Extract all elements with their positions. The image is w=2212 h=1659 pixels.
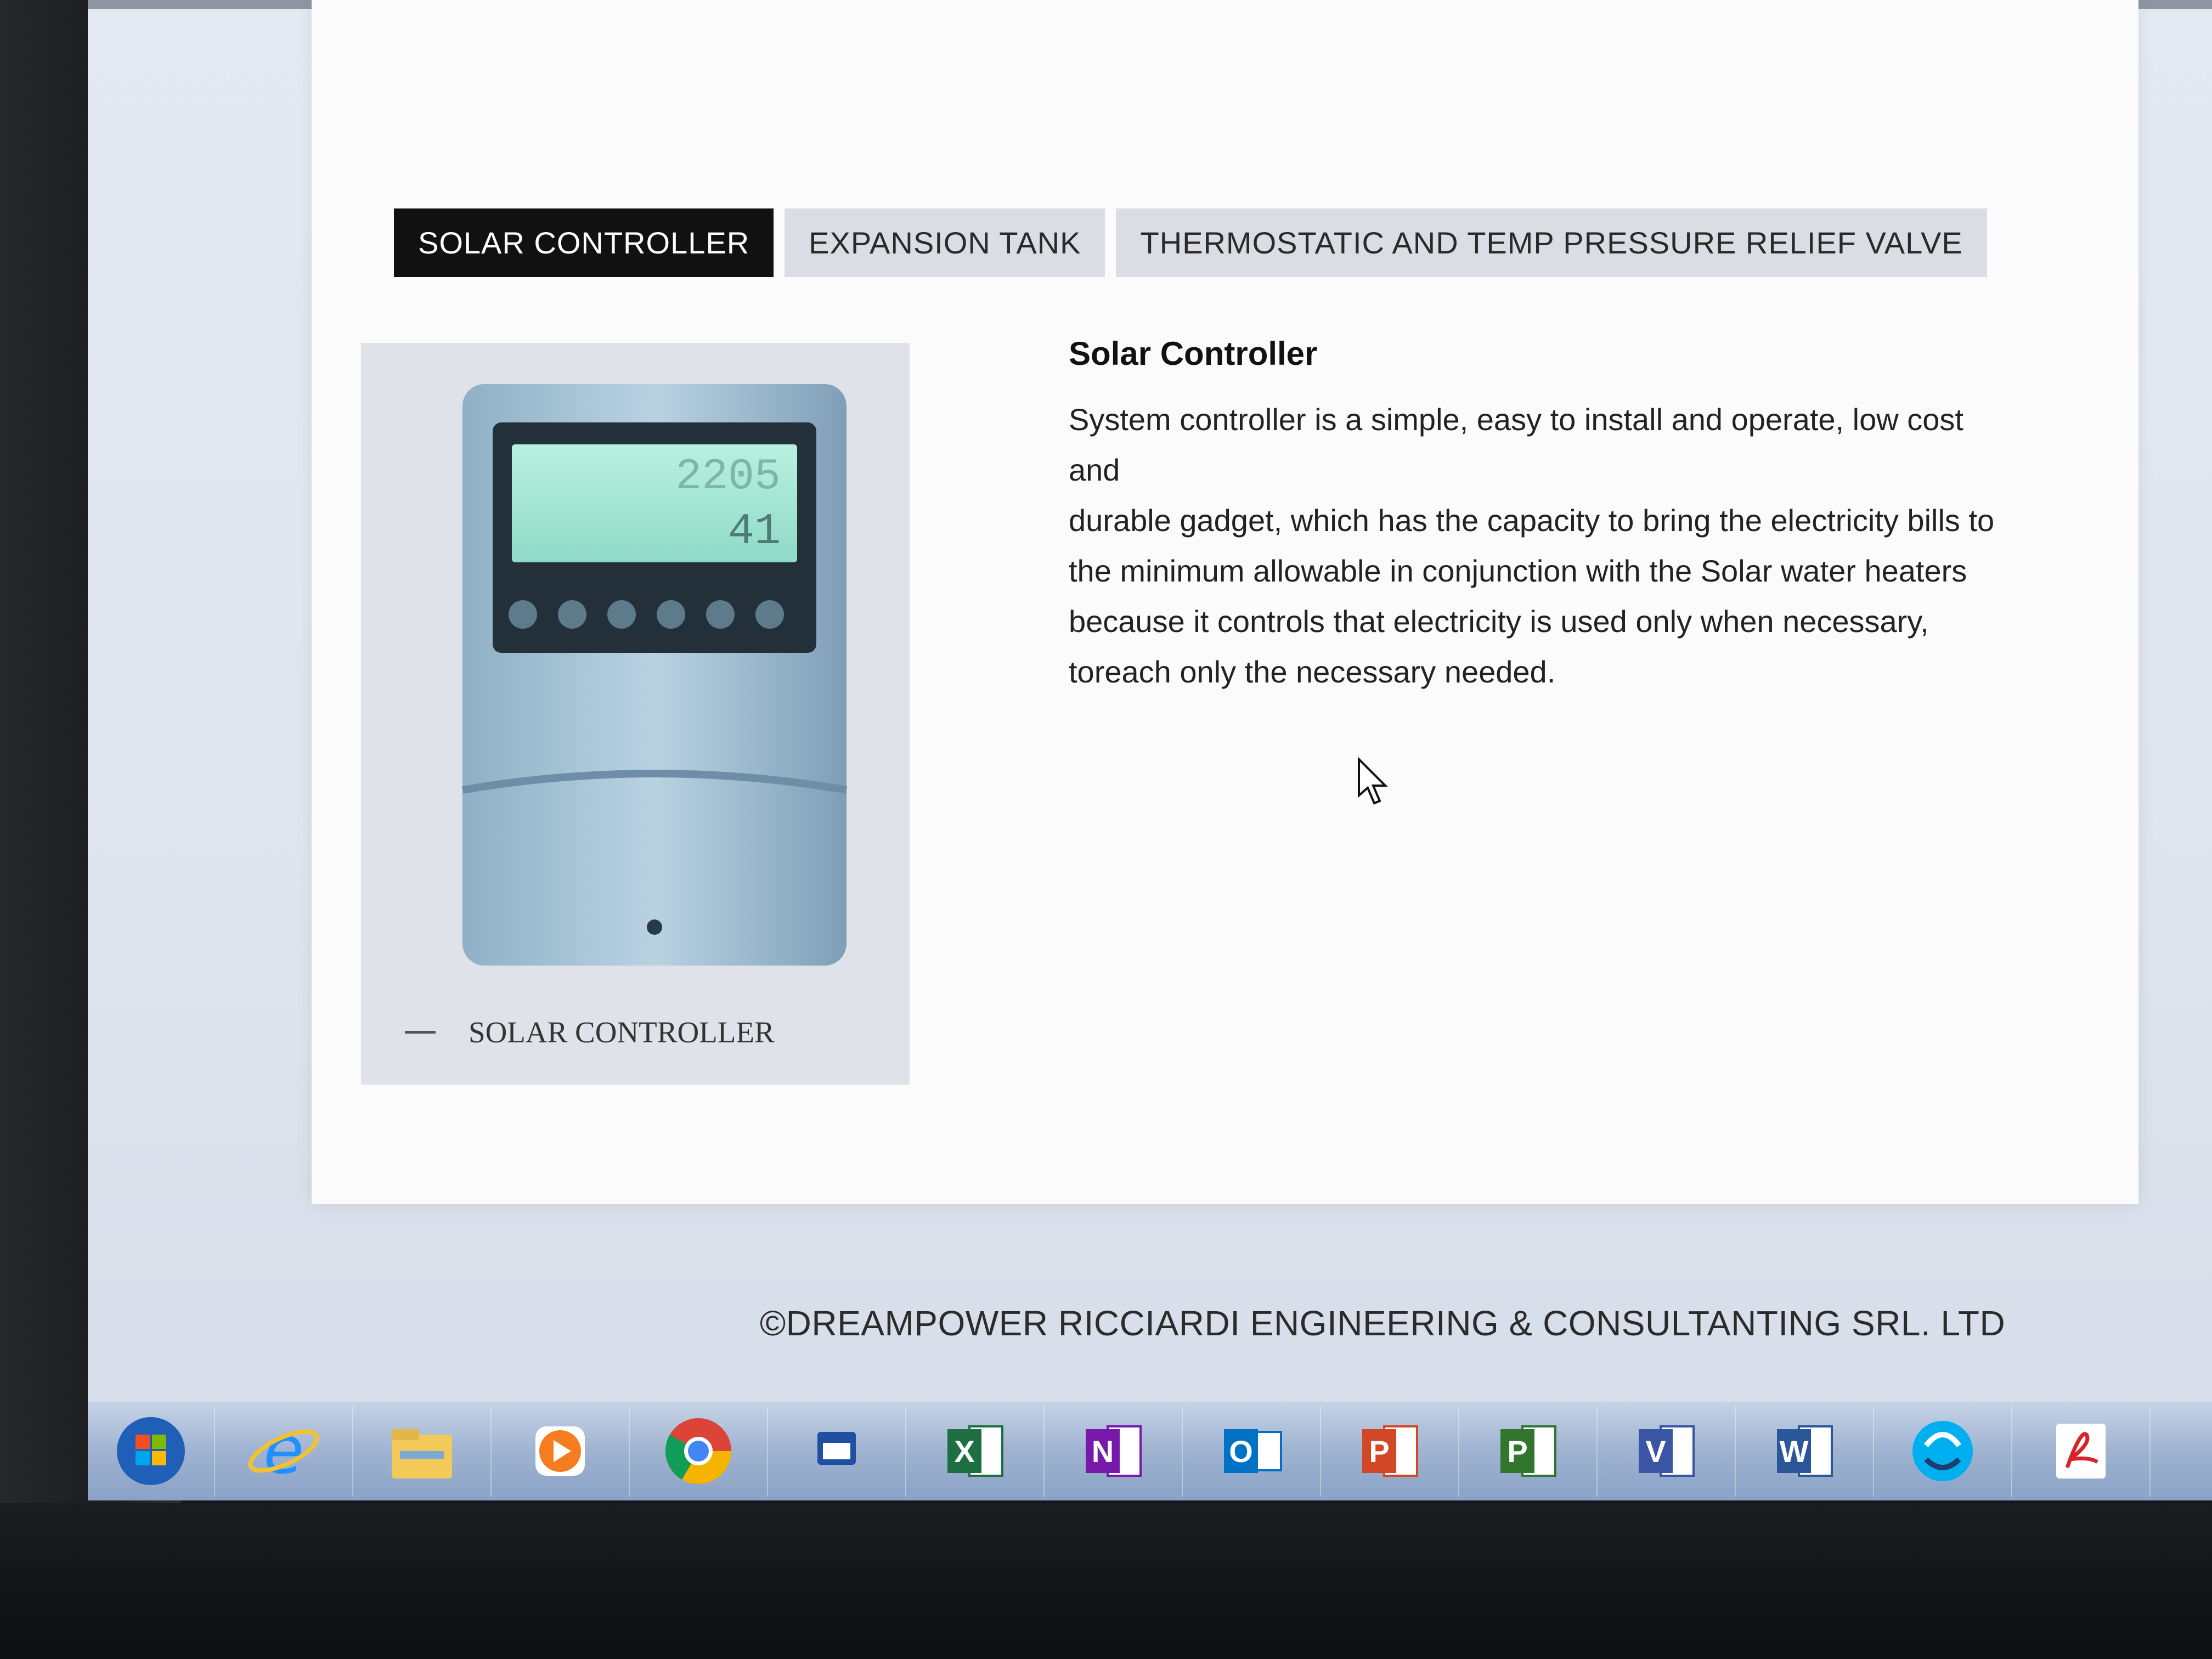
description-line-3: durable gadget, which has the capacity t… xyxy=(1069,503,1995,538)
tab-thermostatic-valve[interactable]: THERMOSTATIC AND TEMP PRESSURE RELIEF VA… xyxy=(1116,208,1987,277)
svg-text:W: W xyxy=(1780,1434,1809,1469)
project-icon: P xyxy=(1500,1425,1556,1477)
taskbar-file-explorer[interactable] xyxy=(353,1406,492,1497)
start-button[interactable] xyxy=(88,1406,215,1497)
chrome-icon xyxy=(665,1418,731,1485)
svg-text:V: V xyxy=(1645,1434,1666,1469)
svg-text:X: X xyxy=(954,1434,974,1469)
excel-icon: X xyxy=(947,1425,1003,1477)
tab-expansion-tank[interactable]: EXPANSION TANK xyxy=(785,208,1105,277)
svg-text:P: P xyxy=(1507,1434,1527,1469)
acrobat-icon xyxy=(2056,1424,2106,1479)
svg-text:N: N xyxy=(1092,1434,1114,1469)
solar-controller-image: 2205 41 xyxy=(461,384,848,966)
taskbar-internet-explorer[interactable]: e xyxy=(215,1406,353,1497)
outlook-icon: O xyxy=(1224,1429,1282,1473)
svg-text:P: P xyxy=(1369,1434,1389,1469)
file-explorer-icon xyxy=(392,1429,452,1479)
taskbar-acrobat[interactable] xyxy=(2012,1406,2151,1497)
product-description: Solar Controller System controller is a … xyxy=(1069,335,2078,697)
taskbar-onenote[interactable]: N xyxy=(1045,1406,1183,1497)
lcd-reading-bottom: 41 xyxy=(728,507,781,557)
skype-icon xyxy=(1912,1421,1973,1481)
taskbar-outlook[interactable]: O xyxy=(1183,1406,1321,1497)
taskbar-word[interactable]: W xyxy=(1736,1406,1874,1497)
product-tabs: SOLAR CONTROLLER EXPANSION TANK THERMOST… xyxy=(394,208,1987,280)
tab-solar-controller[interactable]: SOLAR CONTROLLER xyxy=(394,208,774,277)
taskbar-powerpoint[interactable]: P xyxy=(1321,1406,1459,1497)
calendar-app-icon xyxy=(817,1432,856,1465)
visio-icon: V xyxy=(1639,1425,1695,1477)
taskbar-media-player[interactable] xyxy=(492,1406,630,1497)
mouse-cursor-icon xyxy=(1358,757,1388,805)
onenote-icon: N xyxy=(1086,1425,1142,1477)
taskbar-skype[interactable] xyxy=(1874,1406,2012,1497)
description-line-6: toreach only the necessary needed. xyxy=(1069,654,1556,689)
windows-taskbar: e X N O P P V W xyxy=(88,1402,2212,1500)
media-player-icon xyxy=(535,1426,585,1476)
caption-dash xyxy=(405,1031,436,1034)
taskbar-calendar-app[interactable] xyxy=(768,1406,906,1497)
product-page: SOLAR CONTROLLER EXPANSION TANK THERMOST… xyxy=(312,0,2138,1204)
taskbar-visio[interactable]: V xyxy=(1598,1406,1736,1497)
monitor-bezel-bottom xyxy=(0,1503,2212,1659)
monitor-screen: SOLAR CONTROLLER EXPANSION TANK THERMOST… xyxy=(88,0,2212,1500)
description-line-2: and xyxy=(1069,453,1120,487)
word-icon: W xyxy=(1777,1425,1833,1477)
description-line-4: the minimum allowable in conjunction wit… xyxy=(1069,554,1967,588)
internet-explorer-icon: e xyxy=(248,1413,319,1489)
product-caption: SOLAR CONTROLLER xyxy=(405,1015,775,1049)
footer-copyright: ©DREAMPOWER RICCIARDI ENGINEERING & CONS… xyxy=(760,1304,2006,1343)
description-line-1: System controller is a simple, easy to i… xyxy=(1069,402,1963,437)
description-line-5: because it controls that electricity is … xyxy=(1069,604,1929,639)
caption-text: SOLAR CONTROLLER xyxy=(469,1015,775,1049)
product-image-panel: 2205 41 SOLAR CONTROLLER xyxy=(361,343,910,1085)
taskbar-project[interactable]: P xyxy=(1459,1406,1598,1497)
taskbar-excel[interactable]: X xyxy=(906,1406,1045,1497)
powerpoint-icon: P xyxy=(1362,1425,1418,1477)
svg-text:O: O xyxy=(1229,1434,1253,1469)
lcd-reading-top: 2205 xyxy=(675,452,781,502)
windows-start-icon xyxy=(117,1417,185,1485)
description-title: Solar Controller xyxy=(1069,335,1318,372)
taskbar-chrome[interactable] xyxy=(630,1406,768,1497)
svg-text:e: e xyxy=(263,1413,304,1489)
